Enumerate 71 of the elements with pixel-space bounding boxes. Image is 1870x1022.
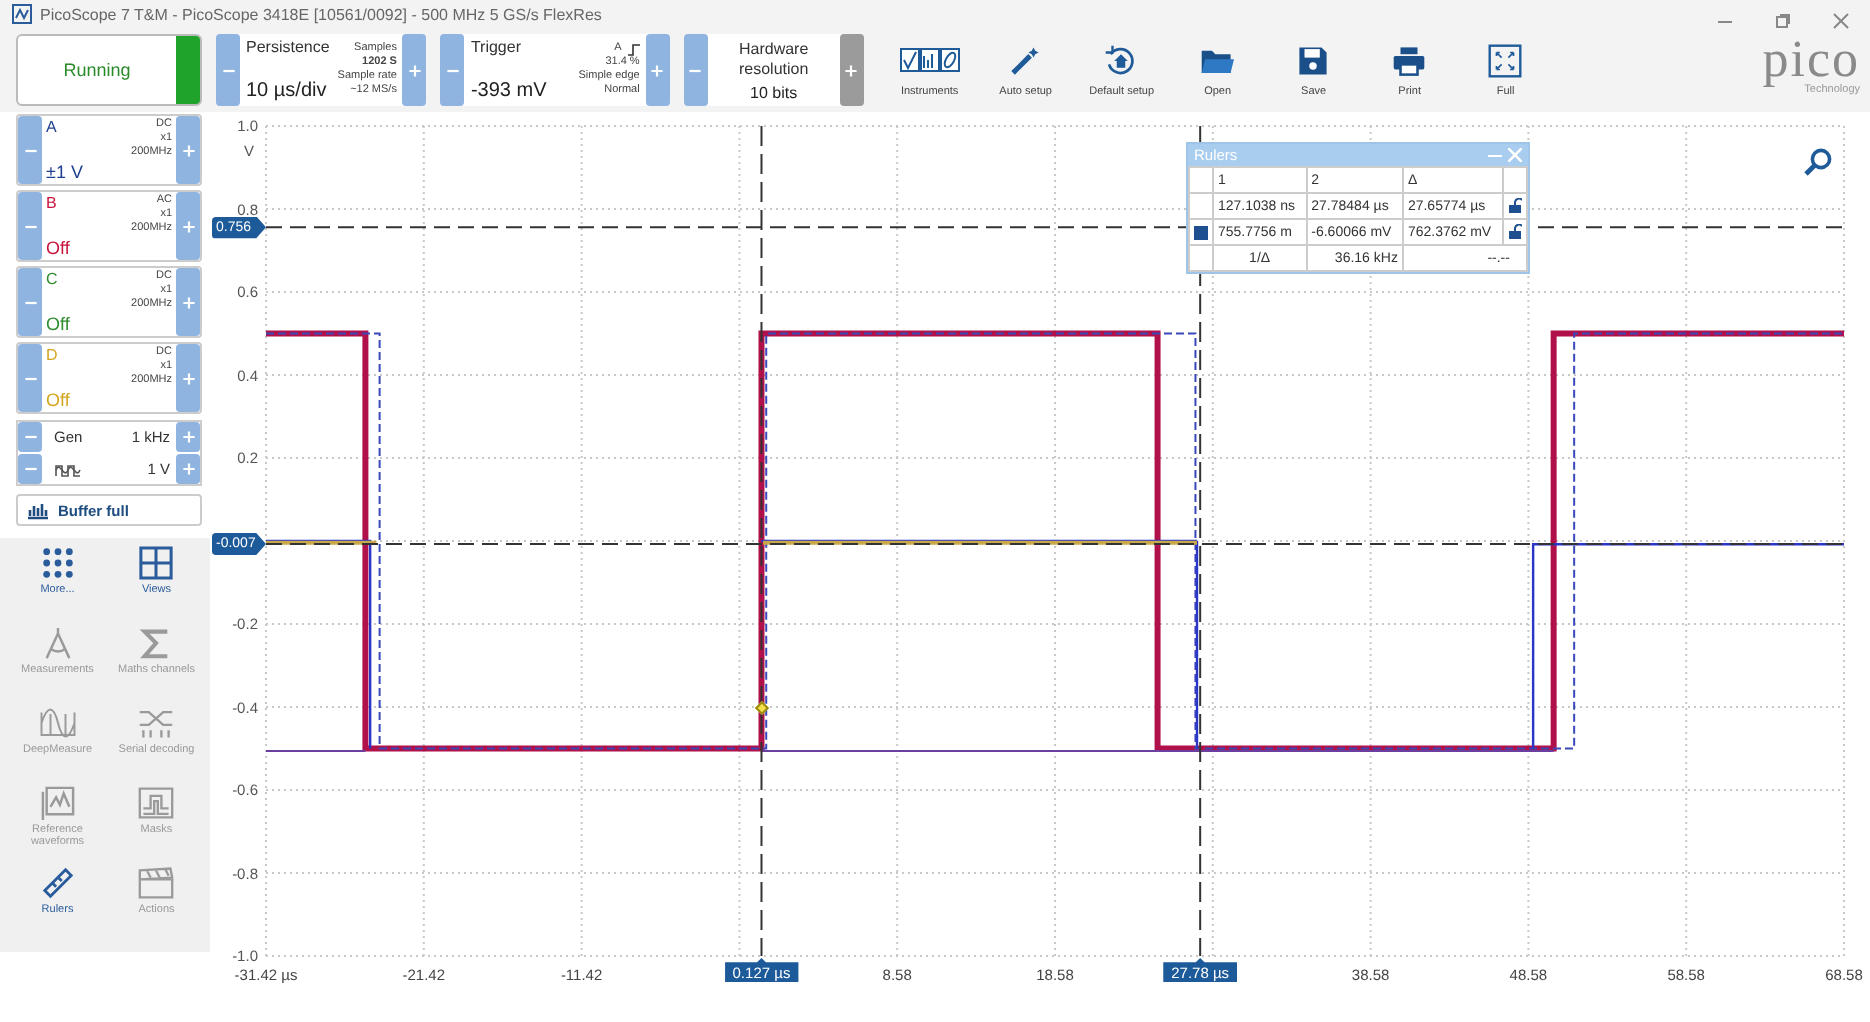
channel-range: Off — [46, 314, 70, 334]
increase-button[interactable] — [176, 192, 200, 260]
decrease-button[interactable] — [216, 34, 240, 106]
resolution-label: Hardware resolution — [736, 39, 811, 79]
plus-icon — [650, 63, 665, 77]
ruler-line[interactable] — [760, 125, 763, 957]
window-title: PicoScope 7 T&M - PicoScope 3418E [10561/0092] - 500 MHz 5 GS/s FlexRes — [40, 5, 604, 23]
rising-edge-icon — [627, 43, 640, 55]
channel-range: Off — [46, 238, 70, 258]
minus-icon — [23, 430, 37, 444]
grid-icon — [138, 546, 175, 580]
fullscreen-icon — [1488, 43, 1523, 77]
plus-icon — [844, 63, 859, 77]
serial-decode-icon — [138, 706, 175, 740]
waveform-icon — [54, 460, 82, 478]
resolution-value: 10 bits — [750, 83, 798, 101]
plus-icon — [181, 143, 195, 157]
channel-range: ±1 V — [46, 162, 83, 182]
increase-button[interactable] — [176, 454, 200, 484]
printer-icon — [1392, 43, 1427, 77]
instruments-icon — [899, 47, 960, 71]
decrease-button[interactable] — [18, 454, 42, 484]
decrease-button[interactable] — [18, 192, 42, 260]
decrease-button[interactable] — [18, 268, 42, 336]
increase-button[interactable] — [176, 422, 200, 452]
increase-button[interactable] — [176, 268, 200, 336]
decrease-button[interactable] — [683, 34, 708, 106]
increase-button[interactable] — [402, 34, 427, 106]
mask-icon — [138, 786, 175, 820]
unlock-icon[interactable] — [1507, 198, 1522, 214]
plus-icon — [181, 371, 195, 385]
clapperboard-icon — [138, 866, 175, 900]
persistence-label: Persistence — [246, 38, 330, 56]
save-icon — [1296, 43, 1331, 77]
decrease-button[interactable] — [18, 422, 42, 452]
channel-name: A — [46, 118, 59, 136]
ruler-icon — [39, 866, 76, 900]
magic-wand-icon — [1008, 43, 1043, 77]
minus-icon — [23, 462, 37, 476]
trigger-label: Trigger — [470, 38, 523, 56]
zoom-icon[interactable] — [1804, 148, 1832, 176]
wave-icon — [39, 706, 76, 740]
unlock-icon[interactable] — [1507, 224, 1522, 240]
ruler-line[interactable] — [265, 542, 1845, 545]
plus-icon — [181, 295, 195, 309]
timebase-value: 10 µs/div — [246, 80, 329, 102]
app-icon — [12, 4, 32, 24]
increase-button[interactable] — [645, 34, 670, 106]
channel-range: Off — [46, 390, 70, 410]
decrease-button[interactable] — [18, 116, 42, 184]
graph-icon — [39, 786, 76, 820]
increase-button[interactable] — [176, 344, 200, 412]
plus-icon — [181, 430, 195, 444]
logo: pico — [1762, 36, 1860, 84]
channel-marker-icon — [1193, 225, 1208, 239]
increase-button[interactable] — [176, 116, 200, 184]
decrease-button[interactable] — [18, 344, 42, 412]
channel-name: B — [46, 194, 59, 212]
restore-icon[interactable] — [1774, 12, 1792, 30]
decrease-button[interactable] — [440, 34, 465, 106]
plus-icon — [407, 63, 422, 77]
channel-name: D — [46, 346, 60, 364]
close-icon[interactable] — [1832, 12, 1850, 30]
run-button[interactable]: Running — [16, 34, 202, 106]
buffer-icon — [26, 501, 50, 519]
plus-icon — [181, 462, 195, 476]
plus-icon — [181, 219, 195, 233]
channel-name: C — [46, 270, 60, 288]
reset-icon — [1104, 43, 1139, 77]
dots-grid-icon — [39, 546, 76, 580]
trigger-level: -393 mV — [470, 80, 547, 102]
